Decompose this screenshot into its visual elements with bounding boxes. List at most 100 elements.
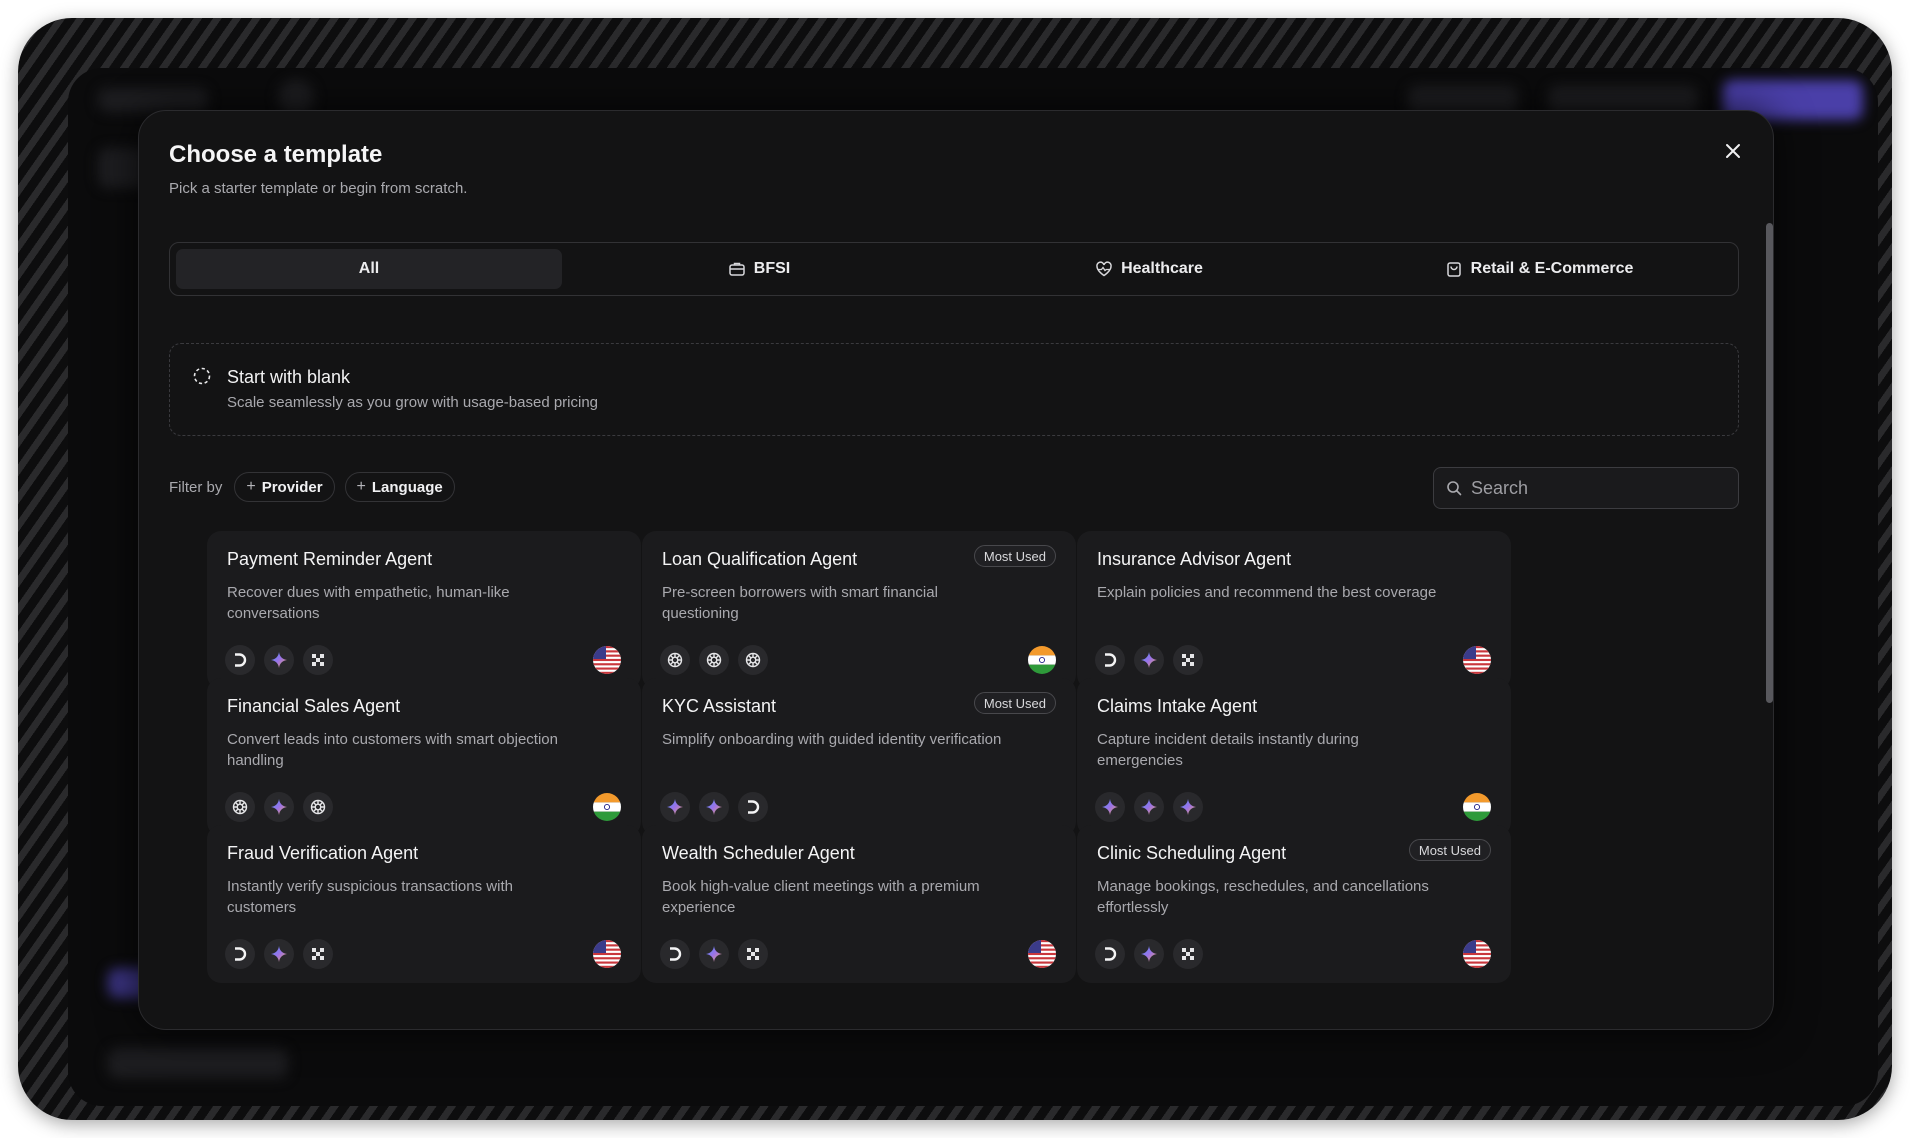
modal-title: Choose a template (169, 141, 383, 168)
template-card[interactable]: Financial Sales Agent Convert leads into … (207, 678, 641, 836)
modal-scrollbar[interactable] (1766, 223, 1773, 703)
template-modal: Choose a template Pick a starter templat… (138, 110, 1774, 1030)
deepgram-icon (738, 792, 768, 822)
gemini-icon (1095, 792, 1125, 822)
card-title: Claims Intake Agent (1097, 696, 1258, 716)
elevenlabs-icon (1173, 939, 1203, 969)
gemini-icon (660, 792, 690, 822)
provider-icons (1095, 939, 1203, 969)
card-description: Instantly verify suspicious transactions… (227, 878, 513, 916)
india-flag-icon (593, 793, 621, 821)
shopping-bag-icon (1446, 262, 1461, 277)
gemini-icon (1134, 939, 1164, 969)
template-card[interactable]: Loan Qualification Agent Pre-screen borro… (642, 531, 1076, 689)
search-input[interactable] (1471, 477, 1711, 499)
category-tabs: All BFSI Healthcare Retail & E-Commerce (169, 242, 1739, 296)
close-icon (1726, 144, 1740, 158)
most-used-badge: Most Used (1408, 839, 1491, 861)
tab-bfsi[interactable]: BFSI (566, 249, 952, 289)
provider-icons (225, 645, 333, 675)
tab-label: All (358, 260, 380, 277)
gemini-icon (264, 792, 294, 822)
elevenlabs-icon (303, 939, 333, 969)
start-blank-option[interactable]: Start with blank Scale seamlessly as you… (169, 343, 1739, 436)
openai-icon (699, 645, 729, 675)
card-title: Financial Sales Agent (227, 696, 401, 716)
us-flag-icon (1463, 940, 1491, 968)
template-card[interactable]: Fraud Verification Agent Instantly verify… (207, 825, 641, 983)
tab-label: BFSI (753, 260, 791, 277)
provider-icons (1095, 645, 1203, 675)
provider-icons (225, 792, 333, 822)
template-card[interactable]: Wealth Scheduler Agent Book high-value cl… (642, 825, 1076, 983)
provider-icons (660, 939, 768, 969)
template-card[interactable]: Payment Reminder Agent Recover dues with … (207, 531, 641, 689)
provider-filter-button[interactable]: + Provider (234, 472, 335, 502)
gemini-icon (699, 792, 729, 822)
plus-icon: + (356, 478, 366, 495)
elevenlabs-icon (738, 939, 768, 969)
deepgram-icon (225, 939, 255, 969)
language-filter-button[interactable]: + Language (344, 472, 455, 502)
elevenlabs-icon (1173, 645, 1203, 675)
blank-title: Start with blank (227, 367, 351, 387)
card-title: Payment Reminder Agent (227, 549, 433, 569)
us-flag-icon (1028, 940, 1056, 968)
provider-icons (1095, 792, 1203, 822)
provider-icons (225, 939, 333, 969)
card-description: Book high-value client meetings with a p… (662, 878, 980, 916)
card-description: Convert leads into customers with smart … (227, 731, 558, 769)
card-title: Clinic Scheduling Agent (1097, 843, 1287, 863)
gemini-icon (264, 939, 294, 969)
deepgram-icon (1095, 645, 1125, 675)
heart-pulse-icon (1096, 261, 1112, 277)
briefcase-icon (729, 262, 745, 276)
tab-retail[interactable]: Retail & E-Commerce (1346, 249, 1732, 289)
modal-subtitle: Pick a starter template or begin from sc… (169, 180, 468, 197)
plus-icon: + (246, 478, 256, 495)
card-description: Capture incident details instantly durin… (1097, 731, 1359, 769)
most-used-badge: Most Used (973, 545, 1056, 567)
deepgram-icon (225, 645, 255, 675)
card-description: Recover dues with empathetic, human-like… (227, 584, 510, 622)
card-title: Fraud Verification Agent (227, 843, 419, 863)
blurred-logo (98, 88, 208, 112)
card-description: Pre-screen borrowers with smart financia… (662, 584, 938, 622)
template-card[interactable]: Insurance Advisor Agent Explain policies … (1077, 531, 1511, 689)
card-title: Insurance Advisor Agent (1097, 549, 1292, 569)
us-flag-icon (1463, 646, 1491, 674)
card-title: KYC Assistant (662, 696, 777, 716)
search-box[interactable] (1433, 467, 1739, 509)
tab-all[interactable]: All (176, 249, 562, 289)
search-icon (1447, 481, 1462, 496)
tab-healthcare[interactable]: Healthcare (956, 249, 1342, 289)
us-flag-icon (593, 646, 621, 674)
gemini-icon (1134, 645, 1164, 675)
openai-icon (660, 645, 690, 675)
deepgram-icon (660, 939, 690, 969)
blurred-footer (108, 1048, 288, 1078)
us-flag-icon (593, 940, 621, 968)
deepgram-icon (1095, 939, 1125, 969)
gemini-icon (699, 939, 729, 969)
provider-icons (660, 645, 768, 675)
gemini-icon (1173, 792, 1203, 822)
card-description: Manage bookings, reschedules, and cancel… (1097, 878, 1429, 916)
card-title: Loan Qualification Agent (662, 549, 858, 569)
tab-label: Retail & E-Commerce (1470, 260, 1634, 277)
close-button[interactable] (1719, 137, 1747, 165)
template-card[interactable]: KYC Assistant Simplify onboarding with gu… (642, 678, 1076, 836)
card-description: Explain policies and recommend the best … (1097, 584, 1437, 601)
tab-label: Healthcare (1121, 260, 1203, 277)
template-card[interactable]: Clinic Scheduling Agent Manage bookings, … (1077, 825, 1511, 983)
provider-icons (660, 792, 768, 822)
openai-icon (303, 792, 333, 822)
filter-bar: Filter by + Provider + Language (169, 472, 455, 502)
dashed-circle-icon (193, 367, 211, 385)
india-flag-icon (1028, 646, 1056, 674)
template-card[interactable]: Claims Intake Agent Capture incident deta… (1077, 678, 1511, 836)
language-filter-label: Language (371, 478, 443, 496)
card-title: Wealth Scheduler Agent (662, 843, 855, 863)
provider-filter-label: Provider (261, 478, 323, 496)
gemini-icon (264, 645, 294, 675)
